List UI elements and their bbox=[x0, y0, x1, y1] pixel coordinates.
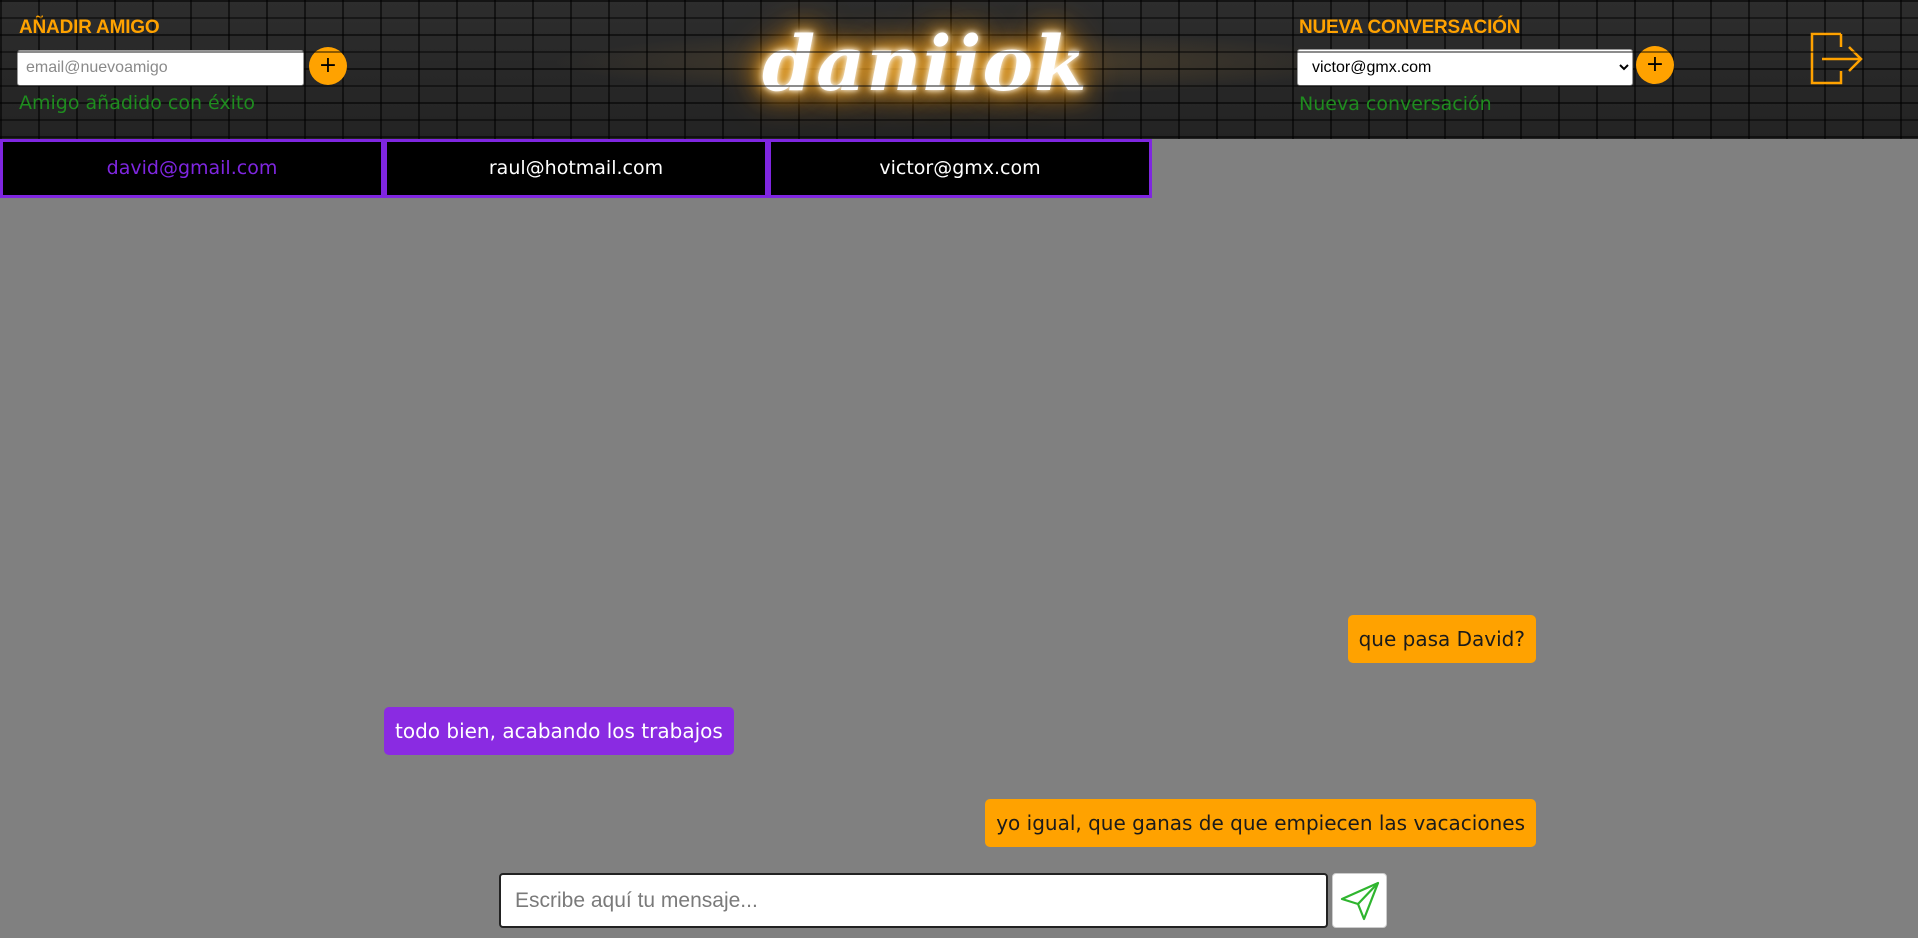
message-input[interactable] bbox=[499, 873, 1328, 928]
add-friend-title: AÑADIR AMIGO bbox=[19, 17, 160, 38]
new-conversation-button[interactable]: + bbox=[1636, 46, 1674, 84]
tab-david[interactable]: david@gmail.com bbox=[0, 139, 384, 198]
message-sent: yo igual, que ganas de que empiecen las … bbox=[985, 799, 1536, 847]
add-friend-button[interactable]: + bbox=[309, 47, 347, 85]
logout-icon bbox=[1810, 32, 1863, 85]
app-logo: daniiok bbox=[762, 19, 1088, 108]
friend-email-input[interactable] bbox=[17, 50, 304, 86]
send-icon bbox=[1340, 881, 1379, 920]
tab-victor[interactable]: victor@gmx.com bbox=[768, 139, 1152, 198]
message-received: todo bien, acabando los trabajos bbox=[384, 707, 734, 755]
new-conversation-status: Nueva conversación bbox=[1299, 93, 1492, 115]
header: AÑADIR AMIGO + Amigo añadido con éxito d… bbox=[0, 0, 1918, 139]
send-button[interactable] bbox=[1332, 873, 1387, 928]
add-friend-status: Amigo añadido con éxito bbox=[19, 92, 256, 114]
conversation-select[interactable]: victor@gmx.com bbox=[1297, 49, 1633, 86]
friend-tabs: david@gmail.com raul@hotmail.com victor@… bbox=[0, 139, 1152, 198]
message-sent: que pasa David? bbox=[1347, 615, 1536, 663]
tab-raul[interactable]: raul@hotmail.com bbox=[384, 139, 768, 198]
logout-button[interactable] bbox=[1808, 31, 1864, 87]
new-conversation-title: NUEVA CONVERSACIÓN bbox=[1299, 17, 1521, 38]
